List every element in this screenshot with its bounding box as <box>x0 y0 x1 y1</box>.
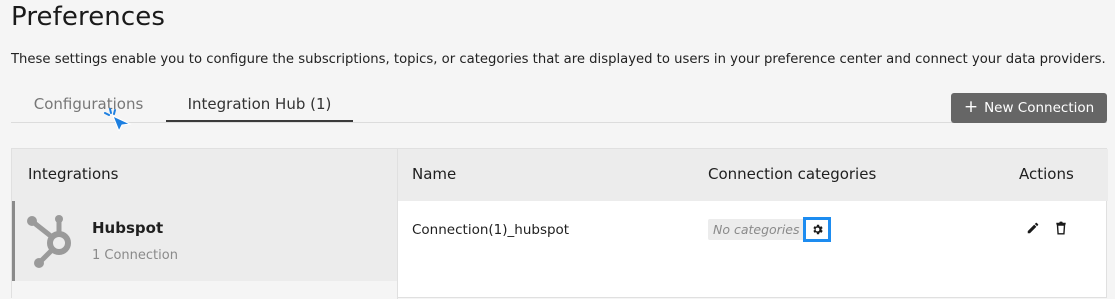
integrations-header: Integrations <box>12 149 397 201</box>
delete-icon[interactable] <box>1055 221 1067 235</box>
categories-badge: No categories <box>708 219 805 240</box>
plus-icon: + <box>963 97 979 117</box>
new-connection-button[interactable]: + New Connection <box>951 93 1107 123</box>
integration-name: Hubspot <box>92 219 164 237</box>
column-header-name: Name <box>412 165 457 183</box>
edit-icon[interactable] <box>1026 221 1040 235</box>
page-title: Preferences <box>11 2 166 32</box>
tab-bar: Configurations Integration Hub (1) <box>11 92 1107 123</box>
configure-categories-button[interactable] <box>803 217 831 242</box>
table-header: Name Connection categories Actions <box>398 149 1108 201</box>
connection-name: Connection(1)_hubspot <box>412 222 570 238</box>
integration-item-hubspot[interactable]: Hubspot 1 Connection <box>12 201 397 281</box>
tab-integration-hub[interactable]: Integration Hub (1) <box>166 92 353 122</box>
integrations-column: Integrations Hubspot 1 Connection <box>12 149 398 299</box>
column-header-categories: Connection categories <box>708 165 877 183</box>
hubspot-icon <box>27 215 71 268</box>
gear-icon <box>812 224 823 235</box>
column-header-actions: Actions <box>1019 165 1074 183</box>
integration-panel: Integrations Hubspot 1 Connection Name C… <box>11 148 1108 299</box>
integration-connection-count: 1 Connection <box>92 248 178 263</box>
integrations-header-label: Integrations <box>28 165 119 183</box>
tab-configurations[interactable]: Configurations <box>11 92 166 121</box>
new-connection-label: New Connection <box>984 100 1095 116</box>
click-cursor-icon <box>104 108 132 131</box>
page-description: These settings enable you to configure t… <box>11 52 1106 67</box>
